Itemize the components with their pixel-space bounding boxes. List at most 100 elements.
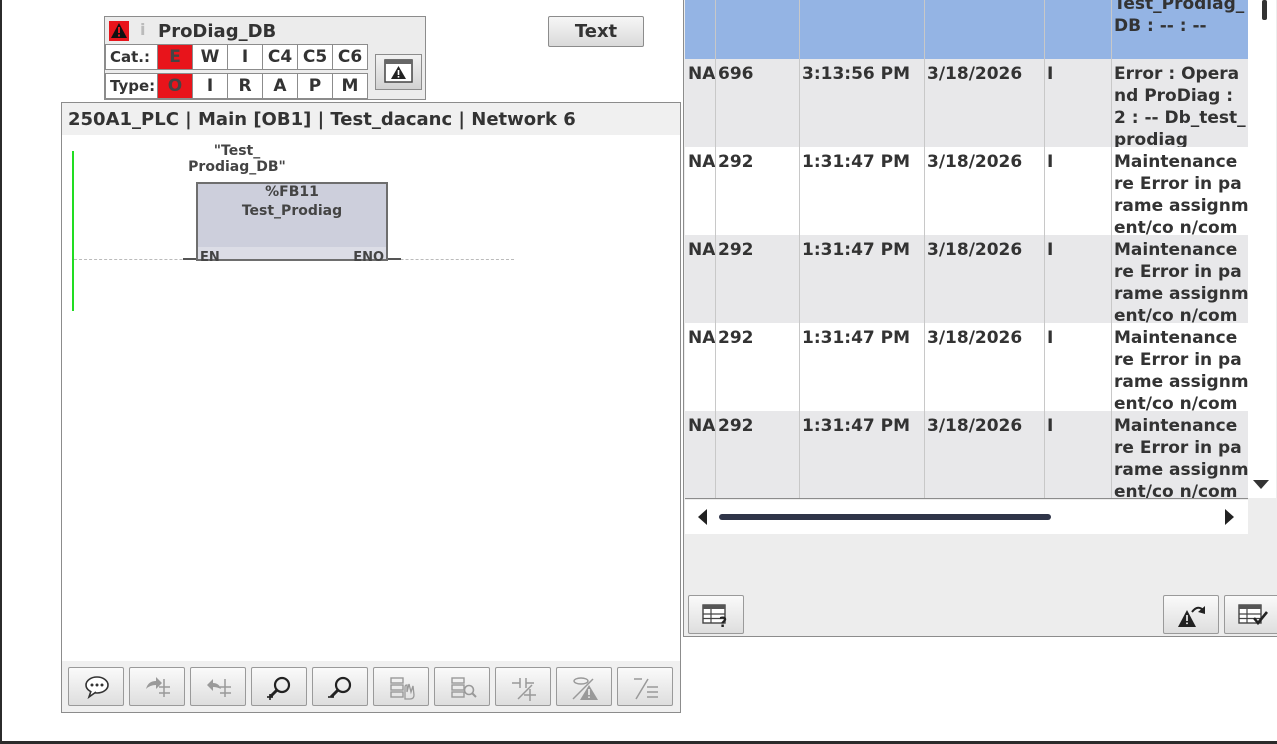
alarm-date: 3/18/2026 — [927, 240, 1023, 260]
instance-db-line1: "Test_ — [213, 143, 261, 159]
alarm-state: I — [1047, 416, 1054, 436]
acknowledge-alarm-button[interactable] — [1163, 595, 1219, 634]
text-button[interactable]: Text — [548, 16, 644, 47]
alarm-number: 696 — [718, 64, 754, 84]
left-border — [0, 0, 2, 744]
info-icon: i — [140, 20, 146, 39]
monitor-button[interactable] — [373, 667, 429, 706]
category-c4-toggle[interactable]: C4 — [262, 44, 298, 70]
type-label: Type: — [105, 73, 158, 99]
alarm-id: NA — [688, 240, 716, 260]
alarm-text: Maintenance re Error in parame assignmen… — [1114, 416, 1248, 499]
alarm-id: NA — [688, 64, 716, 84]
prodiag-alarm-button[interactable] — [556, 667, 612, 706]
alarm-state: I — [1047, 240, 1054, 260]
alarm-number: 292 — [718, 152, 754, 172]
power-rail — [72, 151, 74, 311]
horizontal-scroll-thumb[interactable] — [719, 514, 1051, 520]
prodiag-header: i ProDiag_DB — [105, 17, 425, 44]
alarm-time: 1:31:47 PM — [802, 152, 911, 172]
category-label: Cat.: — [105, 44, 158, 70]
negation-icon — [634, 678, 658, 700]
alarm-id: NA — [688, 416, 716, 436]
type-a-toggle[interactable]: A — [262, 73, 298, 99]
table-help-icon: ? — [702, 604, 727, 628]
alarm-panel: ProDiag : 1 : Test_Prodiag_DB : -- : -- … — [683, 0, 1277, 637]
category-e-toggle[interactable]: E — [157, 44, 193, 70]
table-row[interactable]: NA 292 1:31:47 PM 3/18/2026 I Maintenanc… — [685, 411, 1248, 499]
alarm-number: 292 — [718, 328, 754, 348]
alarm-time: 1:31:47 PM — [802, 240, 911, 260]
zoom-in-button[interactable] — [251, 667, 307, 706]
eno-pin-line — [387, 258, 401, 260]
acknowledge-alarm-icon — [1178, 606, 1205, 627]
function-block[interactable]: %FB11 Test_Prodiag EN ENO — [196, 182, 388, 265]
alarm-warning-icon — [109, 21, 129, 41]
alarm-date: 3/18/2026 — [927, 328, 1023, 348]
category-c5-toggle[interactable]: C5 — [297, 44, 333, 70]
horizontal-scrollbar[interactable] — [685, 500, 1248, 534]
table-row[interactable]: NA 696 3:13:56 PM 3/18/2026 I Error : Op… — [685, 59, 1248, 147]
scroll-right-arrow-icon[interactable] — [1225, 509, 1234, 525]
go-back-button[interactable] — [190, 667, 246, 706]
table-row[interactable]: NA 292 1:31:47 PM 3/18/2026 I Maintenanc… — [685, 147, 1248, 235]
alarm-text: Maintenance re Error in parame assignmen… — [1114, 240, 1248, 323]
vertical-scroll-thumb[interactable] — [1262, 0, 1267, 20]
category-c6-toggle[interactable]: C6 — [332, 44, 368, 70]
alarm-date: 3/18/2026 — [927, 416, 1023, 436]
type-i-toggle[interactable]: I — [192, 73, 228, 99]
comment-icon — [85, 676, 109, 699]
alarm-date: 3/18/2026 — [927, 152, 1023, 172]
vertical-scrollbar[interactable] — [1248, 0, 1276, 498]
alarm-number: 292 — [718, 416, 754, 436]
viewer-toolbar — [62, 661, 680, 712]
alarm-date: 3/18/2026 — [927, 64, 1023, 84]
column-divider — [1111, 0, 1112, 498]
type-o-toggle[interactable]: O — [157, 73, 193, 99]
alarm-table: ProDiag : 1 : Test_Prodiag_DB : -- : -- … — [685, 0, 1248, 499]
alarm-state: I — [1047, 64, 1054, 84]
category-i-toggle[interactable]: I — [227, 44, 263, 70]
table-row[interactable]: NA 292 1:31:47 PM 3/18/2026 I Maintenanc… — [685, 235, 1248, 323]
alarm-view-button[interactable] — [375, 54, 422, 90]
contact-button[interactable] — [495, 667, 551, 706]
alarm-id: NA — [688, 152, 716, 172]
prodiag-alarm-icon — [572, 677, 598, 700]
scroll-left-arrow-icon[interactable] — [698, 509, 707, 525]
type-m-toggle[interactable]: M — [332, 73, 368, 99]
zoom-in-icon — [267, 676, 291, 700]
type-r-toggle[interactable]: R — [227, 73, 263, 99]
alarm-text: Maintenance re Error in parame assignmen… — [1114, 152, 1248, 235]
prodiag-widget: i ProDiag_DB Cat.: E W I C4 C5 C6 Type: … — [104, 16, 426, 100]
negation-button[interactable] — [617, 667, 673, 706]
alarm-number: 292 — [718, 240, 754, 260]
table-check-icon — [1238, 604, 1269, 626]
comment-button[interactable] — [68, 667, 124, 706]
zoom-out-icon — [328, 676, 352, 699]
en-pin-line — [183, 258, 197, 260]
fb-name: Test_Prodiag — [241, 203, 343, 219]
table-row[interactable]: NA 292 1:31:47 PM 3/18/2026 I Maintenanc… — [685, 323, 1248, 411]
eno-pin: ENO — [353, 250, 384, 265]
contact-icon — [512, 678, 536, 701]
alarm-time: 1:31:47 PM — [802, 416, 911, 436]
scroll-down-arrow-icon[interactable] — [1253, 480, 1269, 489]
go-forward-icon — [146, 677, 170, 697]
column-divider — [799, 0, 800, 498]
instance-db-tag: "Test_ Prodiag_DB" — [182, 143, 292, 175]
alarm-text: ProDiag : 1 : Test_Prodiag_DB : -- : -- — [1114, 0, 1245, 36]
table-row[interactable]: ProDiag : 1 : Test_Prodiag_DB : -- : -- — [685, 0, 1248, 59]
alarm-text: Error : Operand ProDiag : 2 : -- Db_test… — [1114, 64, 1246, 147]
column-divider — [924, 0, 925, 498]
go-forward-button[interactable] — [129, 667, 185, 706]
alarm-state: I — [1047, 328, 1054, 348]
search-network-icon — [451, 677, 477, 698]
type-p-toggle[interactable]: P — [297, 73, 333, 99]
zoom-out-button[interactable] — [312, 667, 368, 706]
table-help-button[interactable]: ? — [688, 595, 744, 634]
en-pin: EN — [200, 250, 220, 265]
table-check-button[interactable] — [1224, 595, 1277, 634]
category-w-toggle[interactable]: W — [192, 44, 228, 70]
fb-address: %FB11 — [265, 184, 319, 200]
search-network-button[interactable] — [434, 667, 490, 706]
